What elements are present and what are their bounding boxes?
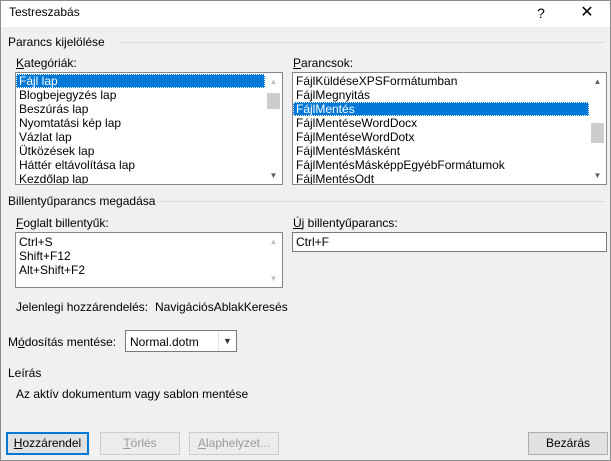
- category-item[interactable]: Blogbejegyzés lap: [16, 88, 265, 102]
- current-keys-list: Ctrl+S Shift+F12 Alt+Shift+F2: [16, 233, 265, 277]
- save-changes-label: Módosítás mentése:: [8, 335, 117, 349]
- commands-label: Parancsok:: [293, 56, 354, 70]
- scroll-down-icon[interactable]: ▼: [265, 270, 282, 287]
- current-keys-listbox[interactable]: Ctrl+S Shift+F12 Alt+Shift+F2 ▲ ▼: [15, 232, 283, 288]
- close-icon[interactable]: ✕: [564, 1, 610, 27]
- save-in-dropdown[interactable]: Normal.dotm ▼: [125, 330, 237, 352]
- current-keys-label: Foglalt billentyűk:: [16, 216, 109, 230]
- assign-button[interactable]: Hozzárendel: [6, 432, 89, 455]
- category-item[interactable]: Vázlat lap: [16, 130, 265, 144]
- help-button[interactable]: ?: [518, 1, 564, 27]
- scroll-thumb[interactable]: [591, 123, 604, 143]
- window-title: Testreszabás: [9, 5, 80, 19]
- categories-scrollbar[interactable]: ▲ ▼: [265, 73, 282, 184]
- command-group-title: Parancs kijelölése: [8, 35, 105, 49]
- category-item[interactable]: Ütközések lap: [16, 144, 265, 158]
- command-item[interactable]: FájlKüldéseXPSFormátumban: [293, 74, 589, 88]
- shortcut-group-title: Billentyűparancs megadása: [8, 194, 156, 208]
- current-assignment-value: NavigációsAblakKeresés: [155, 300, 288, 314]
- description-text: Az aktív dokumentum vagy sablon mentése: [16, 387, 249, 401]
- group-divider: [158, 201, 605, 202]
- command-item[interactable]: FájlMentésMásképpEgyébFormátumok: [293, 158, 589, 172]
- command-item[interactable]: FájlMentés: [293, 102, 589, 116]
- command-item[interactable]: FájlMentéseWordDocx: [293, 116, 589, 130]
- title-bar: Testreszabás ? ✕: [1, 1, 610, 27]
- description-title: Leírás: [8, 366, 42, 380]
- categories-label: Kategóriák:: [16, 56, 77, 70]
- category-item[interactable]: Kezdőlap lap: [16, 172, 265, 184]
- key-item[interactable]: Ctrl+S: [16, 235, 265, 249]
- scroll-thumb[interactable]: [267, 93, 280, 109]
- remove-button[interactable]: Törlés: [100, 432, 180, 455]
- key-item[interactable]: Shift+F12: [16, 249, 265, 263]
- chevron-down-icon[interactable]: ▼: [218, 331, 236, 351]
- commands-list: FájlKüldéseXPSFormátumban FájlMegnyitás …: [293, 73, 589, 184]
- commands-scrollbar[interactable]: ▲ ▼: [589, 73, 606, 184]
- current-assignment-label: Jelenlegi hozzárendelés:: [16, 300, 149, 314]
- scroll-down-icon[interactable]: ▼: [589, 167, 606, 184]
- scroll-up-icon[interactable]: ▲: [589, 73, 606, 90]
- category-item[interactable]: Beszúrás lap: [16, 102, 265, 116]
- categories-list: Fájl lap Blogbejegyzés lap Beszúrás lap …: [16, 73, 265, 184]
- scroll-up-icon[interactable]: ▲: [265, 233, 282, 250]
- command-item[interactable]: FájlMentéseWordDotx: [293, 130, 589, 144]
- current-keys-scrollbar[interactable]: ▲ ▼: [265, 233, 282, 287]
- close-button[interactable]: Bezárás: [528, 432, 608, 455]
- key-item[interactable]: Alt+Shift+F2: [16, 263, 265, 277]
- category-item[interactable]: Fájl lap: [16, 74, 265, 88]
- command-item[interactable]: FájlMentésMásként: [293, 144, 589, 158]
- new-shortcut-input[interactable]: Ctrl+F: [292, 232, 607, 252]
- customize-keyboard-dialog: Testreszabás ? ✕ Parancs kijelölése Kate…: [0, 0, 611, 461]
- scroll-down-icon[interactable]: ▼: [265, 167, 282, 184]
- new-shortcut-label: Új billentyűparancs:: [293, 216, 398, 230]
- group-divider: [119, 42, 605, 43]
- categories-listbox[interactable]: Fájl lap Blogbejegyzés lap Beszúrás lap …: [15, 72, 283, 185]
- scroll-up-icon[interactable]: ▲: [265, 73, 282, 90]
- command-item[interactable]: FájlMegnyitás: [293, 88, 589, 102]
- reset-all-button[interactable]: Alaphelyzet...: [189, 432, 279, 455]
- category-item[interactable]: Nyomtatási kép lap: [16, 116, 265, 130]
- commands-listbox[interactable]: FájlKüldéseXPSFormátumban FájlMegnyitás …: [292, 72, 607, 185]
- save-in-value: Normal.dotm: [130, 335, 199, 349]
- category-item[interactable]: Háttér eltávolítása lap: [16, 158, 265, 172]
- command-item[interactable]: FájlMentésOdt: [293, 172, 589, 184]
